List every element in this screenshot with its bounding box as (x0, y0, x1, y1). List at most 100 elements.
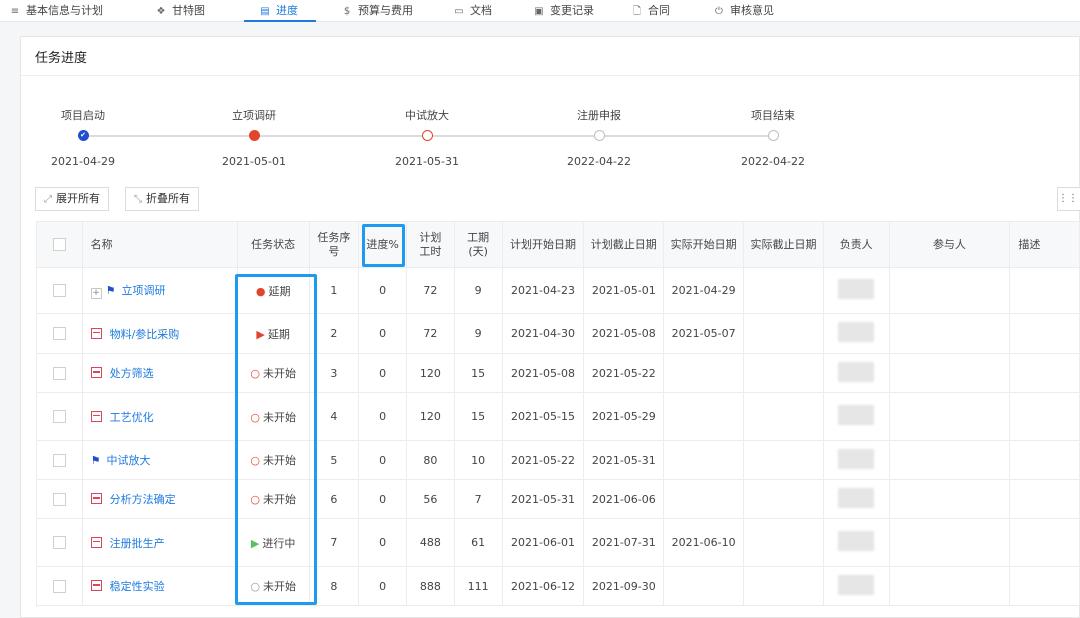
milestone-name: 项目结束 (751, 109, 795, 122)
task-name-link[interactable]: 注册批生产 (110, 537, 165, 550)
delayed-dot-icon[interactable] (248, 130, 260, 141)
tab-contract[interactable]: 🗋 合同 (630, 2, 670, 20)
duration-cell: 15 (453, 392, 503, 441)
description-cell (1009, 267, 1080, 314)
col-participants[interactable]: 参与人 (888, 221, 1011, 268)
owner-cell (822, 267, 890, 314)
status-icon: ○ (250, 493, 260, 506)
task-name-link[interactable]: 立项调研 (121, 284, 165, 297)
status-cell: ○ 未开始 (236, 392, 310, 441)
seq-cell: 3 (308, 353, 360, 393)
row-checkbox[interactable] (52, 492, 66, 506)
status-cell: ○ 未开始 (236, 353, 310, 393)
status-icon: ▶ (250, 536, 260, 550)
col-status[interactable]: 任务状态 (236, 221, 310, 268)
collapse-all-button[interactable]: ⤡ 折叠所有 (125, 187, 199, 211)
col-actual-start[interactable]: 实际开始日期 (663, 221, 745, 268)
task-name-link[interactable]: 物料/参比采购 (110, 328, 180, 341)
plan-end-cell: 2021-05-01 (583, 267, 665, 314)
plan-start-cell: 2021-05-22 (501, 440, 585, 480)
participants-cell (888, 479, 1011, 519)
task-name-link[interactable]: 分析方法确定 (110, 493, 176, 506)
plan-start-cell: 2021-05-31 (501, 479, 585, 519)
tab-change-log[interactable]: ▣ 变更记录 (532, 2, 594, 20)
select-all-checkbox[interactable] (52, 238, 66, 251)
participants-cell (888, 392, 1011, 441)
pending-dot-icon[interactable] (421, 130, 433, 141)
expand-toggle-icon[interactable]: + (90, 288, 102, 299)
participants-cell (888, 267, 1011, 314)
col-plan-start[interactable]: 计划开始日期 (501, 221, 585, 268)
task-name-link[interactable]: 稳定性实验 (110, 580, 165, 593)
tab-budget[interactable]: $ 预算与费用 (340, 2, 413, 20)
plan-end-cell: 2021-05-22 (583, 353, 665, 393)
col-progress[interactable]: 进度% (358, 221, 407, 268)
gantt-icon: ❖ (156, 6, 166, 17)
tab-review[interactable]: ⏻ 审核意见 (712, 2, 774, 20)
row-select-cell (36, 353, 83, 393)
row-checkbox[interactable] (52, 536, 66, 550)
tab-label: 变更记录 (550, 4, 594, 17)
pending-dot-icon[interactable] (593, 130, 605, 141)
row-select-cell (36, 518, 83, 567)
table-row[interactable]: 处方筛选 ○ 未开始 3 0 120 15 2021-05-08 2021-05-22 (36, 353, 1080, 393)
table-row[interactable]: 物料/参比采购 ▶ 延期 2 0 72 9 2021-04-30 2021-05-08 2021-… (36, 313, 1080, 354)
task-name-link[interactable]: 中试放大 (106, 454, 150, 467)
table-row[interactable]: 分析方法确定 ○ 未开始 6 0 56 7 2021-05-31 2021-06-06 (36, 479, 1080, 519)
actual-end-cell (743, 353, 824, 393)
col-name[interactable]: 名称 (81, 221, 238, 268)
task-name-link[interactable]: 处方筛选 (110, 367, 154, 380)
owner-cell (822, 566, 890, 606)
row-checkbox[interactable] (52, 366, 66, 380)
task-name-cell: ⚑ 中试放大 (81, 440, 238, 480)
status-icon: ○ (250, 580, 260, 593)
col-description[interactable]: 描述 (1009, 221, 1080, 268)
pending-dot-icon[interactable] (767, 130, 779, 141)
progress-cell: 0 (358, 313, 407, 354)
col-plan-end[interactable]: 计划截止日期 (583, 221, 665, 268)
tab-gantt[interactable]: ❖ 甘特图 (154, 2, 205, 20)
status-text: 延期 (268, 284, 291, 298)
task-name-link[interactable]: 工艺优化 (110, 411, 154, 424)
table-row[interactable]: + ⚑ 立项调研 ● 延期 1 0 72 9 2021-04-23 2021-05-01 2021-0… (36, 267, 1080, 314)
expand-all-button[interactable]: ⤢ 展开所有 (35, 187, 109, 211)
participants-cell (888, 440, 1011, 480)
button-label: 折叠所有 (146, 192, 190, 205)
tab-basic-info[interactable]: ≡ 基本信息与计划 (8, 2, 103, 20)
seq-cell: 7 (308, 518, 360, 567)
table-row[interactable]: ⚑ 中试放大 ○ 未开始 5 0 80 10 2021-05-22 2021-05-31 (36, 440, 1080, 480)
row-checkbox[interactable] (52, 453, 66, 467)
col-owner[interactable]: 负责人 (822, 221, 890, 268)
status-icon: ○ (250, 367, 260, 380)
row-select-cell (36, 566, 83, 606)
table-row[interactable]: 稳定性实验 ○ 未开始 8 0 888 111 2021-06-12 2021-09-30 (36, 566, 1080, 606)
dollar-icon: $ (343, 6, 351, 17)
row-checkbox[interactable] (52, 410, 66, 424)
row-checkbox[interactable] (52, 284, 66, 298)
tab-progress[interactable]: ▤ 进度 (258, 2, 298, 20)
plan-hours-cell: 80 (405, 440, 455, 480)
col-duration[interactable]: 工期(天) (453, 221, 503, 268)
task-icon (90, 536, 102, 548)
actual-start-cell: 2021-04-29 (663, 267, 745, 314)
tab-documents[interactable]: ▭ 文档 (452, 2, 492, 20)
col-seq[interactable]: 任务序号 (308, 221, 360, 268)
row-checkbox[interactable] (52, 327, 66, 341)
table-row[interactable]: 工艺优化 ○ 未开始 4 0 120 15 2021-05-15 2021-05-29 (36, 392, 1080, 441)
owner-cell (822, 313, 890, 354)
row-checkbox[interactable] (52, 579, 66, 593)
milestone-date: 2021-04-29 (51, 155, 115, 168)
duration-cell: 15 (453, 353, 503, 393)
milestone-date: 2022-04-22 (567, 155, 631, 168)
plan-end-cell: 2021-05-29 (583, 392, 665, 441)
actual-start-cell (663, 392, 745, 441)
description-cell (1009, 440, 1080, 480)
tab-label: 基本信息与计划 (26, 4, 103, 17)
task-name-cell: 处方筛选 (81, 353, 238, 393)
check-icon[interactable]: ✔ (77, 130, 89, 141)
grid-settings-icon[interactable]: ⋮⋮⋮ (1057, 187, 1080, 211)
col-actual-end[interactable]: 实际截止日期 (743, 221, 824, 268)
table-row[interactable]: 注册批生产 ▶ 进行中 7 0 488 61 2021-06-01 2021-07-31 2021… (36, 518, 1080, 567)
col-plan-hours[interactable]: 计划工时 (405, 221, 455, 268)
actual-end-cell (743, 313, 824, 354)
